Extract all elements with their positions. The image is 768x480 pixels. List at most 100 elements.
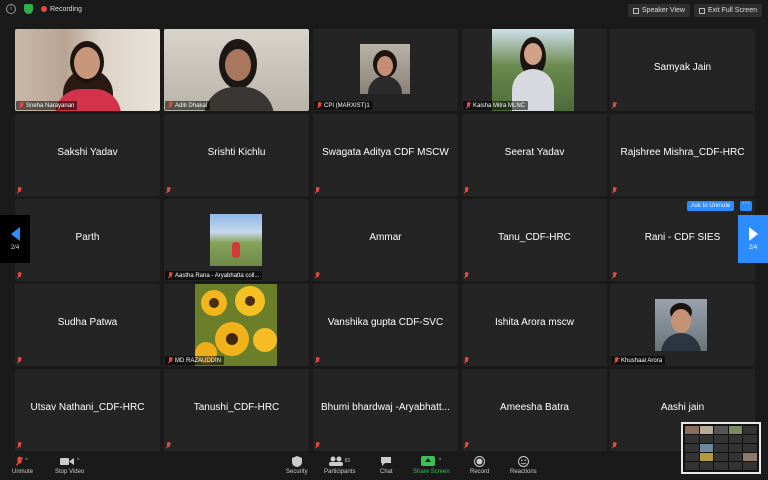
speaker-view-label: Speaker View: [641, 7, 685, 14]
mini-tile: [685, 435, 699, 443]
security-label: Security: [286, 469, 308, 475]
participant-tile[interactable]: Rajshree Mishra_CDF-HRC: [610, 114, 755, 196]
page-indicator: 2/4: [10, 245, 20, 251]
participant-tile[interactable]: Swagata Aditya CDF MSCW: [313, 114, 458, 196]
mini-tile: [714, 444, 728, 452]
participant-tile[interactable]: Sakshi Yadav: [15, 114, 160, 196]
speaker-view-button[interactable]: Speaker View: [627, 4, 690, 17]
mini-tile: [685, 426, 699, 434]
participant-name-label: Kaisha Mitra MLNC: [463, 101, 529, 110]
participant-name: Swagata Aditya CDF MSCW: [322, 147, 449, 158]
participant-tile[interactable]: CPI (MARXIST)1: [313, 29, 458, 111]
mini-tile: [699, 462, 714, 470]
reactions-smiley-icon: [517, 455, 529, 467]
muted-mic-icon: [17, 357, 22, 364]
participant-name: Sakshi Yadav: [57, 147, 118, 158]
muted-mic-icon: [315, 187, 320, 194]
participant-tile[interactable]: Ameesha Batra: [462, 369, 607, 451]
stop-video-button[interactable]: ^ Stop Video: [55, 455, 84, 475]
self-view-thumbnail[interactable]: [681, 422, 761, 474]
face: [74, 47, 100, 79]
muted-mic-icon: [315, 272, 320, 279]
mini-tile: [728, 462, 743, 470]
participant-name-label: Aditi Dhakal: [165, 101, 211, 110]
participant-name: Seerat Yadav: [504, 147, 565, 158]
reactions-label: Reactions: [510, 469, 537, 475]
meeting-toolbar: ^ Unmute ^ Stop Video Security 81 Partic…: [0, 452, 768, 480]
record-label: Record: [470, 469, 490, 475]
participants-button[interactable]: 81 Participants: [324, 455, 355, 475]
profile-picture: [210, 214, 262, 266]
shield-icon: [291, 455, 302, 467]
ask-to-unmute-button[interactable]: Ask to Unmute: [687, 201, 735, 211]
participant-name: Bhumi bhardwaj -Aryabhatt...: [321, 402, 450, 413]
participant-tile[interactable]: Seerat Yadav: [462, 114, 607, 196]
participant-name: Sudha Patwa: [57, 317, 118, 328]
next-page-button[interactable]: 2/4: [738, 215, 768, 263]
chat-button[interactable]: Chat: [380, 455, 393, 475]
security-shield-icon[interactable]: [24, 4, 33, 14]
mini-tile: [699, 426, 714, 434]
participant-tile[interactable]: Ishita Arora mscw: [462, 284, 607, 366]
mini-tile: [685, 453, 699, 461]
more-options-button[interactable]: ···: [740, 200, 752, 211]
chat-icon: [381, 457, 392, 466]
caret-up-icon[interactable]: ^: [438, 458, 441, 464]
participant-tile[interactable]: MD RAZAUDDIN: [164, 284, 309, 366]
mini-tile: [743, 435, 757, 443]
unmute-button[interactable]: ^ Unmute: [12, 455, 33, 475]
participants-icon: [328, 456, 343, 466]
participant-name: Tanushi_CDF-HRC: [193, 402, 280, 413]
participant-tile[interactable]: Tanu_CDF-HRC: [462, 199, 607, 281]
mini-tile: [714, 453, 728, 461]
participant-tile[interactable]: Khushaal Arora: [610, 284, 755, 366]
muted-mic-icon: [17, 272, 22, 279]
muted-mic-icon: [168, 357, 173, 364]
participant-tile[interactable]: Rani - CDF SIES: [610, 199, 755, 281]
profile-picture: [492, 29, 574, 111]
participant-tile[interactable]: Aditi Dhakal: [164, 29, 309, 111]
participant-tile[interactable]: Utsav Nathani_CDF-HRC: [15, 369, 160, 451]
record-button[interactable]: Record: [470, 455, 489, 475]
participant-name: Samyak Jain: [653, 62, 712, 73]
security-button[interactable]: Security: [286, 455, 308, 475]
profile-picture: [655, 299, 707, 351]
participant-tile[interactable]: Vanshika gupta CDF-SVC: [313, 284, 458, 366]
arrow-left-icon: [10, 227, 20, 241]
mini-tile: [699, 453, 714, 461]
face: [225, 49, 251, 81]
reactions-button[interactable]: Reactions: [510, 455, 537, 475]
participant-tile[interactable]: Kaisha Mitra MLNC: [462, 29, 607, 111]
participant-tile[interactable]: Ammar: [313, 199, 458, 281]
participant-tile[interactable]: Samyak Jain: [610, 29, 755, 111]
info-icon[interactable]: i: [6, 4, 16, 14]
exit-full-screen-button[interactable]: Exit Full Screen: [693, 4, 762, 17]
muted-mic-icon: [464, 187, 469, 194]
muted-mic-icon: [315, 357, 320, 364]
participant-name: Ameesha Batra: [500, 402, 569, 413]
previous-page-button[interactable]: 2/4: [0, 215, 30, 263]
participant-name: Vanshika gupta CDF-SVC: [327, 317, 444, 328]
participant-name: Rani - CDF SIES: [644, 232, 721, 243]
shirt: [204, 87, 274, 111]
participant-name-label: Aastha Rana - Aryabhatta coll...: [165, 271, 263, 280]
participant-tile[interactable]: Sudha Patwa: [15, 284, 160, 366]
speaker-view-icon: [632, 7, 639, 14]
participant-name: Tanu_CDF-HRC: [498, 232, 571, 243]
stop-video-label: Stop Video: [55, 469, 85, 475]
participant-tile[interactable]: Aastha Rana - Aryabhatta coll...: [164, 199, 309, 281]
participant-tile[interactable]: Parth: [15, 199, 160, 281]
muted-mic-icon: [17, 442, 22, 449]
caret-up-icon[interactable]: ^: [25, 458, 28, 464]
participant-tile[interactable]: Sneha Narayanan: [15, 29, 160, 111]
participant-name: Srishti Kichlu: [207, 147, 266, 158]
muted-mic-icon: [464, 442, 469, 449]
mini-tile: [728, 435, 743, 443]
video-camera-icon: [59, 457, 74, 465]
participant-tile[interactable]: Bhumi bhardwaj -Aryabhatt...: [313, 369, 458, 451]
mini-tile: [685, 462, 699, 470]
participant-tile[interactable]: Tanushi_CDF-HRC: [164, 369, 309, 451]
share-screen-button[interactable]: ^ Share Screen: [413, 455, 450, 475]
caret-up-icon[interactable]: ^: [77, 458, 80, 464]
participant-tile[interactable]: Srishti Kichlu: [164, 114, 309, 196]
